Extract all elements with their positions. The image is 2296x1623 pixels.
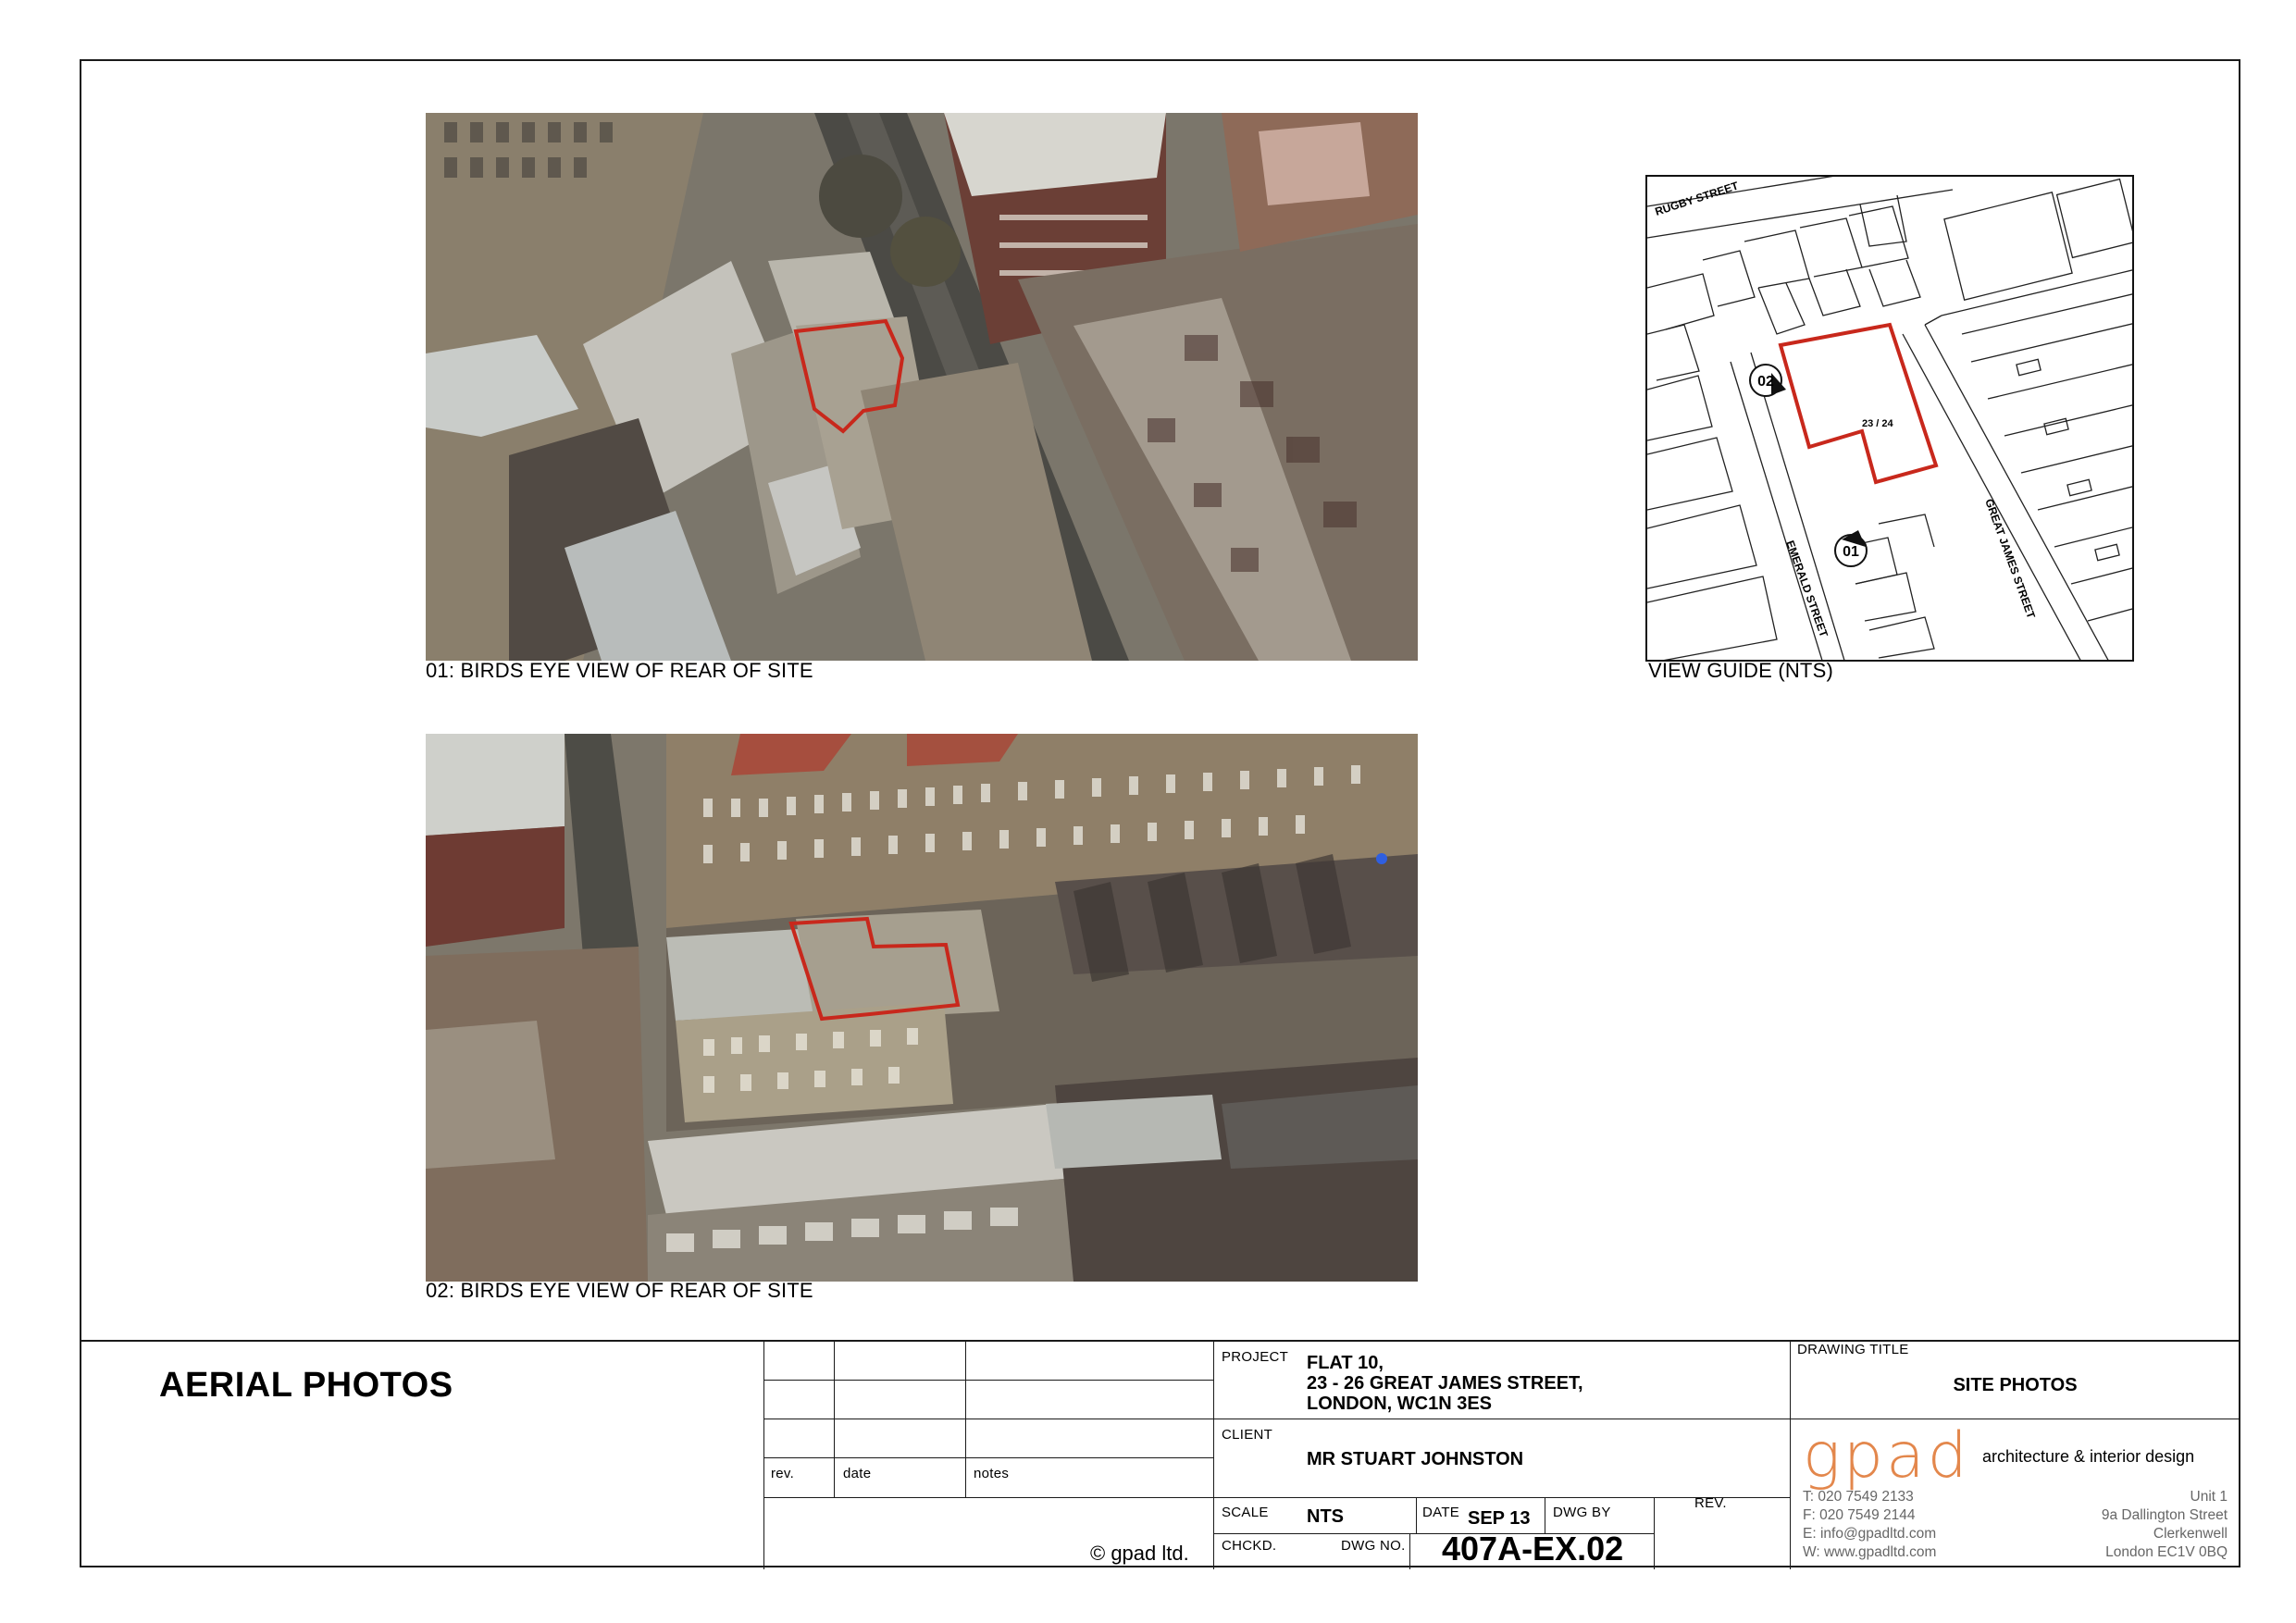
project-label: PROJECT xyxy=(1222,1349,1289,1365)
date-label: DATE xyxy=(1422,1505,1460,1520)
checked-label: CHCKD. xyxy=(1222,1538,1277,1554)
aerial-photo-01-image xyxy=(426,113,1418,661)
view-marker-01: 01 xyxy=(1834,530,1868,567)
view-guide-plan: 23 / 24 RUGBY STREET EMERALD STREET GREA… xyxy=(1645,175,2134,662)
address-line-3: Clerkenwell xyxy=(2153,1526,2228,1542)
copyright-text: © gpad ltd. xyxy=(1090,1542,1189,1565)
sheet-title: AERIAL PHOTOS xyxy=(159,1366,453,1405)
site-number-label: 23 / 24 xyxy=(1862,418,1894,429)
client-name: MR STUART JOHNSTON xyxy=(1307,1449,1524,1469)
title-block: AERIAL PHOTOS rev. date notes © gpad ltd… xyxy=(80,1340,2240,1569)
drawing-title: SITE PHOTOS xyxy=(1953,1375,2078,1395)
rev-label: REV. xyxy=(1694,1495,1727,1511)
contact-website: W: www.gpadltd.com xyxy=(1803,1544,1937,1560)
company-tagline: architecture & interior design xyxy=(1982,1447,2195,1466)
aerial-photo-02-image xyxy=(426,734,1418,1282)
project-line-3: LONDON, WC1N 3ES xyxy=(1307,1394,1493,1414)
client-label: CLIENT xyxy=(1222,1427,1273,1443)
rev-header: rev. xyxy=(771,1466,795,1481)
site-plan-drawing: 23 / 24 RUGBY STREET EMERALD STREET GREA… xyxy=(1647,177,2132,660)
svg-text:02: 02 xyxy=(1757,374,1774,390)
contact-details: T: 020 7549 2133 F: 020 7549 2144 E: inf… xyxy=(1803,1488,1936,1562)
company-address: Unit 1 9a Dallington Street Clerkenwell … xyxy=(2102,1488,2228,1562)
drawing-title-label: DRAWING TITLE xyxy=(1797,1342,1909,1357)
date-header: date xyxy=(843,1466,872,1481)
aerial-photo-rear-view-02 xyxy=(426,734,1418,1282)
drawing-number: 407A-EX.02 xyxy=(1442,1530,1624,1567)
scale-label: SCALE xyxy=(1222,1505,1269,1520)
address-line-1: Unit 1 xyxy=(2190,1489,2228,1505)
scale-value: NTS xyxy=(1307,1506,1344,1527)
address-line-2: 9a Dallington Street xyxy=(2101,1507,2228,1523)
aerial-photo-rear-view-01 xyxy=(426,113,1418,661)
project-line-2: 23 - 26 GREAT JAMES STREET, xyxy=(1307,1373,1583,1394)
street-label-emerald: EMERALD STREET xyxy=(1783,539,1831,639)
svg-text:01: 01 xyxy=(1843,544,1859,560)
date-value: SEP 13 xyxy=(1468,1508,1531,1529)
photo-01-caption: 01: BIRDS EYE VIEW OF REAR OF SITE xyxy=(426,659,813,682)
contact-fax: F: 020 7549 2144 xyxy=(1803,1507,1916,1523)
contact-email: E: info@gpadltd.com xyxy=(1803,1526,1937,1542)
project-line-1: FLAT 10, xyxy=(1307,1353,1384,1373)
view-guide-caption: VIEW GUIDE (NTS) xyxy=(1648,659,1833,682)
view-guide-site-outline xyxy=(1778,322,1939,485)
gpad-logo: gpad xyxy=(1803,1419,1970,1493)
contact-phone: T: 020 7549 2133 xyxy=(1803,1489,1914,1505)
dwg-by-label: DWG BY xyxy=(1553,1505,1611,1520)
project-address: FLAT 10, 23 - 26 GREAT JAMES STREET, LON… xyxy=(1307,1353,1583,1414)
address-line-4: London EC1V 0BQ xyxy=(2105,1544,2228,1560)
street-label-rugby: RUGBY STREET xyxy=(1654,179,1741,218)
notes-header: notes xyxy=(974,1466,1010,1481)
dwg-no-label: DWG NO. xyxy=(1341,1538,1406,1554)
photo-02-caption: 02: BIRDS EYE VIEW OF REAR OF SITE xyxy=(426,1279,813,1302)
view-marker-02: 02 xyxy=(1749,364,1786,397)
